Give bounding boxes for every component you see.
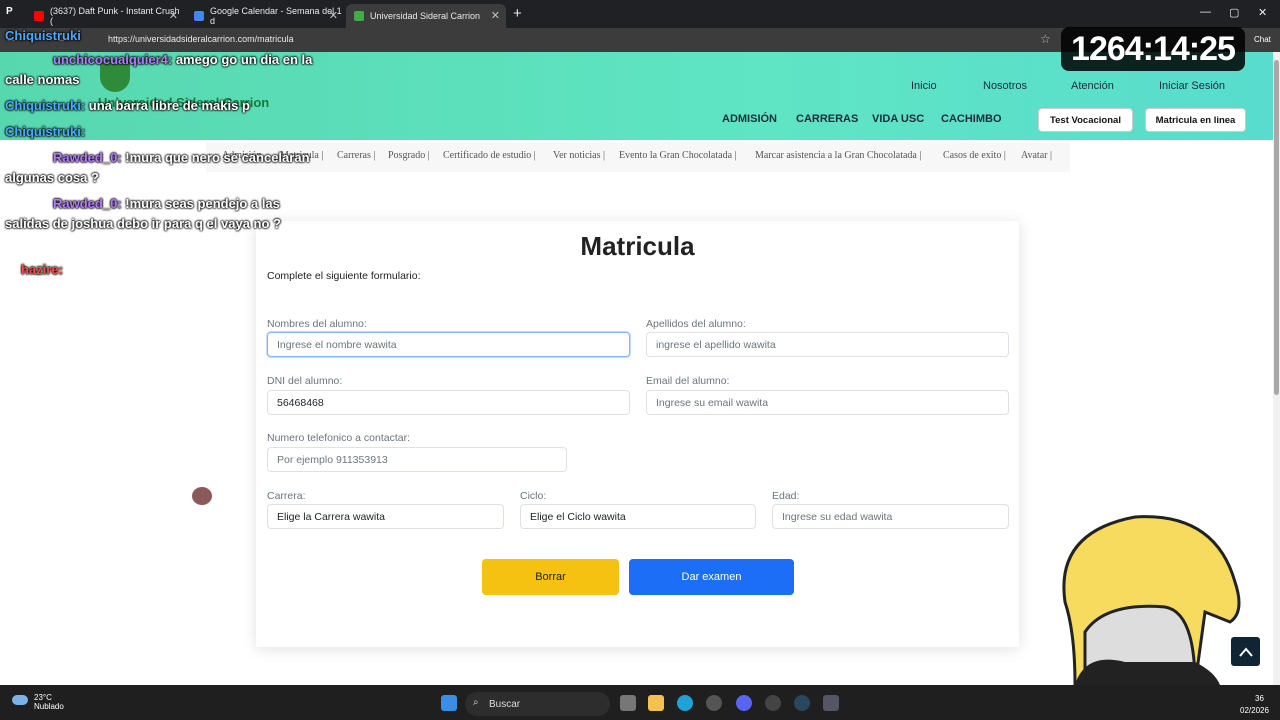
chat-username: Rawded_0: (53, 150, 122, 165)
borrar-button[interactable]: Borrar (482, 559, 619, 595)
breadcrumb-posgrado[interactable]: Posgrado | (388, 150, 430, 161)
apellidos-input[interactable]: ingrese el apellido wawita (646, 332, 1009, 357)
edad-label: Edad: (772, 490, 800, 502)
bookmark-star-icon[interactable]: ☆ (1040, 32, 1051, 46)
chat-message: Rawded_0: !mura seas pendejo a las salid… (5, 194, 325, 234)
maximize-icon[interactable]: ▢ (1229, 6, 1239, 19)
breadcrumb-casos-exito[interactable]: Casos de exito | (943, 150, 1006, 161)
minimize-icon[interactable]: — (1200, 6, 1211, 18)
apellidos-label: Apellidos del alumno: (646, 318, 746, 330)
tab-universidad[interactable]: Universidad Sideral Carrion ✕ (346, 4, 506, 28)
ciclo-label: Ciclo: (520, 490, 547, 502)
nav-atencion[interactable]: Atención (1071, 80, 1114, 92)
nav-inicio[interactable]: Inicio (911, 80, 937, 92)
windows-taskbar (0, 685, 1280, 720)
telefono-label: Numero telefonico a contactar: (267, 432, 410, 444)
email-label: Email del alumno: (646, 375, 730, 387)
chat-username: Chiquistruki: (5, 124, 86, 139)
breadcrumb-asistencia[interactable]: Marcar asistencia a la Gran Chocolatada … (755, 150, 921, 161)
tab-google-calendar[interactable]: Google Calendar - Semana del 1 d ✕ (186, 4, 344, 28)
chat-message: Chiquistruki: (5, 122, 325, 142)
edge-icon[interactable] (677, 695, 693, 711)
browser-tab-bar: P (3637) Daft Punk - Instant Crush ( ✕ G… (0, 0, 1280, 28)
nav-vida-usc[interactable]: VIDA USC (872, 113, 924, 125)
edad-input[interactable]: Ingrese su edad wawita (772, 504, 1009, 529)
form-title: Matricula (580, 231, 695, 261)
window-close-icon[interactable]: ✕ (1258, 6, 1267, 19)
clock-time: 36 (1255, 694, 1264, 703)
telefono-input[interactable]: Por ejemplo 911353913 (267, 447, 567, 472)
chat-message: Chiquistruki (5, 26, 325, 46)
app-icon[interactable] (765, 695, 781, 711)
youtube-icon (34, 11, 44, 21)
breadcrumb-avatar[interactable]: Avatar | (1021, 150, 1052, 161)
chat-message: Chiquistruki: una barra libre de makis p (5, 96, 325, 116)
ciclo-select[interactable]: Elige el Ciclo wawita (520, 504, 756, 529)
breadcrumb-carreras[interactable]: Carreras | (337, 150, 375, 161)
nombres-label: Nombres del alumno: (267, 318, 367, 330)
close-icon[interactable]: ✕ (169, 9, 178, 22)
cloud-icon (12, 695, 28, 705)
browser-profile-icon[interactable]: P (6, 6, 18, 18)
vtuber-avatar (1062, 515, 1241, 685)
stream-timer: 1264:14:25 (1061, 27, 1245, 71)
close-icon[interactable]: ✕ (491, 9, 500, 22)
site-favicon-icon (354, 11, 364, 21)
task-view-icon[interactable] (620, 695, 636, 711)
chat-text: una barra libre de makis p (88, 98, 250, 113)
chat-message: Rawded_0: !mura que nero se cancelaran a… (5, 148, 325, 188)
file-explorer-icon[interactable] (648, 695, 664, 711)
scrollbar-thumb[interactable] (1274, 60, 1279, 395)
chat-username: Chiquistruki: (5, 98, 86, 113)
chat-username: Chiquistruki (5, 28, 81, 43)
emote-sprite (192, 487, 212, 505)
tab-title: Universidad Sideral Carrion (370, 11, 481, 21)
chat-message: hazire: (5, 260, 325, 280)
carrera-label: Carrera: (267, 490, 306, 502)
app-icon[interactable] (823, 695, 839, 711)
taskbar-search[interactable]: Buscar (465, 692, 610, 716)
chat-username: unchicocualquier4: (53, 52, 173, 67)
clock-date: 02/2026 (1240, 706, 1269, 715)
chat-message: unchicocualquier4: amego go un dia en la… (5, 50, 325, 90)
breadcrumb-certificado[interactable]: Certificado de estudio | (443, 150, 536, 161)
close-icon[interactable]: ✕ (329, 9, 338, 22)
new-tab-icon[interactable]: + (513, 5, 522, 22)
chat-username: hazire: (21, 262, 63, 277)
nav-iniciar-sesion[interactable]: Iniciar Sesión (1159, 80, 1225, 92)
stream-chat-overlay: Chiquistruki unchicocualquier4: amego go… (0, 28, 330, 288)
search-icon: ⌕ (473, 697, 479, 708)
nav-carreras[interactable]: CARRERAS (796, 113, 858, 125)
matricula-en-linea-button[interactable]: Matricula en linea (1145, 108, 1246, 132)
nombres-input[interactable]: Ingrese el nombre wawita (267, 332, 630, 357)
email-input[interactable]: Ingrese su email wawita (646, 390, 1009, 415)
tab-daft-punk[interactable]: (3637) Daft Punk - Instant Crush ( ✕ (26, 4, 184, 28)
chat-username: Rawded_0: (53, 196, 122, 211)
discord-icon[interactable] (736, 695, 752, 711)
calendar-icon (194, 11, 204, 21)
tab-title: Google Calendar - Semana del 1 d (210, 6, 342, 26)
nav-cachimbo[interactable]: CACHIMBO (941, 113, 1002, 125)
chat-label[interactable]: Chat (1254, 35, 1271, 44)
nav-nosotros[interactable]: Nosotros (983, 80, 1027, 92)
dni-input[interactable]: 56468468 (267, 390, 630, 415)
tab-title: (3637) Daft Punk - Instant Crush ( (50, 6, 180, 26)
nav-admision[interactable]: ADMISIÓN (722, 113, 777, 125)
carrera-select[interactable]: Elige la Carrera wawita (267, 504, 504, 529)
dar-examen-button[interactable]: Dar examen (629, 559, 794, 595)
test-vocacional-button[interactable]: Test Vocacional (1038, 108, 1133, 132)
app-icon[interactable] (706, 695, 722, 711)
windows-start-icon[interactable] (441, 695, 457, 711)
breadcrumb-noticias[interactable]: Ver noticias | (553, 150, 605, 161)
dni-label: DNI del alumno: (267, 375, 343, 387)
breadcrumb-chocolatada[interactable]: Evento la Gran Chocolatada | (619, 150, 737, 161)
steam-icon[interactable] (794, 695, 810, 711)
